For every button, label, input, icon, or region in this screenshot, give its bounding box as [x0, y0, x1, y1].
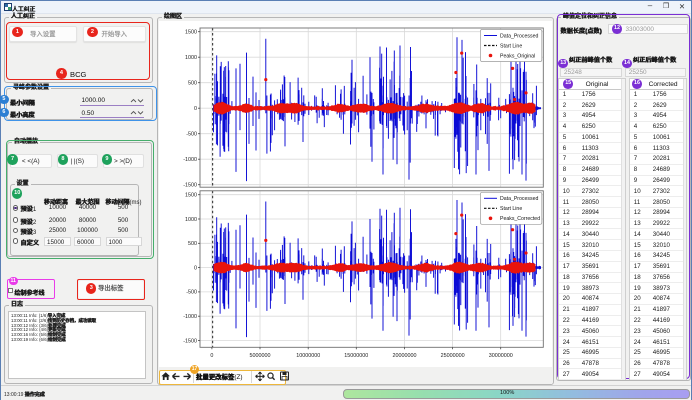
svg-text:25000000: 25000000: [441, 353, 465, 359]
svg-text:500: 500: [188, 81, 197, 87]
svg-text:Peaks_Corrected: Peaks_Corrected: [500, 216, 540, 222]
svg-text:1000: 1000: [185, 217, 197, 223]
svg-text:0: 0: [194, 106, 197, 112]
svg-text:-1500: -1500: [183, 338, 197, 344]
svg-text:-1000: -1000: [183, 157, 197, 163]
svg-text:10000000: 10000000: [296, 353, 320, 359]
svg-text:15000000: 15000000: [344, 353, 368, 359]
svg-text:500: 500: [188, 241, 197, 247]
svg-text:Data_Processed: Data_Processed: [500, 196, 538, 202]
svg-text:0: 0: [194, 265, 197, 271]
svg-text:0: 0: [210, 353, 213, 359]
svg-text:30000000: 30000000: [489, 353, 513, 359]
svg-text:-500: -500: [186, 290, 197, 296]
svg-text:-500: -500: [186, 132, 197, 138]
svg-text:5000000: 5000000: [250, 353, 271, 359]
svg-text:-1000: -1000: [183, 314, 197, 320]
svg-text:-1500: -1500: [183, 183, 197, 189]
svg-text:Start Line: Start Line: [500, 206, 522, 212]
svg-text:Data_Processed: Data_Processed: [500, 33, 538, 39]
svg-text:1500: 1500: [185, 193, 197, 199]
svg-text:1500: 1500: [185, 30, 197, 36]
svg-text:Peaks_Original: Peaks_Original: [500, 53, 535, 59]
svg-text:1000: 1000: [185, 55, 197, 61]
svg-text:Start Line: Start Line: [500, 43, 522, 49]
svg-text:20000000: 20000000: [393, 353, 417, 359]
